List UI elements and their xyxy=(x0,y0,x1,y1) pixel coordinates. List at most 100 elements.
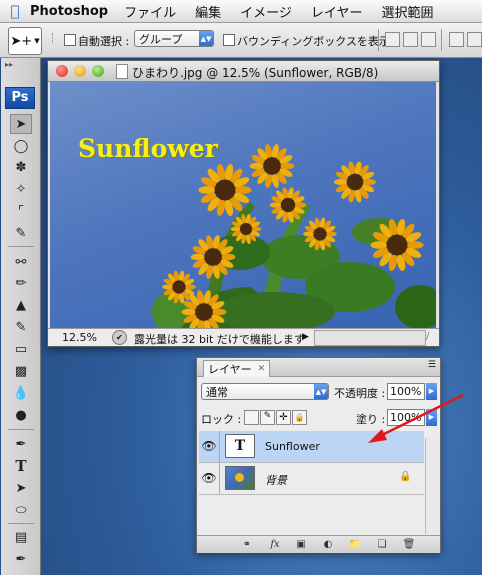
tool-preset-picker[interactable]: ➤+ ▼ xyxy=(8,27,42,55)
layers-palette: レイヤー ✕ ☰ 通常 ▲▼ 不透明度 : 100% ▶ ロック : ✎ ✛ 🔒… xyxy=(196,357,441,553)
document-window: ひまわり.jpg @ 12.5% (Sunflower, RGB/8) Sunf… xyxy=(47,60,440,347)
align-bottom-icon[interactable] xyxy=(421,32,436,47)
align-left-icon[interactable] xyxy=(449,32,464,47)
version-cue-icon[interactable]: ✔ xyxy=(112,330,127,345)
visibility-eye-icon[interactable]: 👁 xyxy=(201,437,217,455)
lock-all-icon[interactable]: 🔒 xyxy=(292,410,307,425)
layer-mask-icon[interactable]: ▣ xyxy=(293,538,309,551)
pen-tool-icon[interactable]: ✒ xyxy=(10,434,32,454)
tab-close-icon[interactable]: ✕ xyxy=(258,364,266,374)
palette-menu-icon[interactable]: ☰ xyxy=(428,360,436,370)
layers-palette-header[interactable]: レイヤー ✕ ☰ xyxy=(197,358,440,377)
auto-select-value: グループ xyxy=(139,32,183,46)
bounding-box-checkbox[interactable] xyxy=(223,34,235,46)
visibility-eye-icon[interactable]: 👁 xyxy=(201,469,217,487)
toolbox-divider xyxy=(8,523,34,524)
layer-name[interactable]: 背景 xyxy=(265,472,287,488)
layer-divider xyxy=(219,463,220,494)
sunflower-photo xyxy=(152,144,436,328)
document-titlebar[interactable]: ひまわり.jpg @ 12.5% (Sunflower, RGB/8) xyxy=(48,61,439,82)
document-title: ひまわり.jpg @ 12.5% (Sunflower, RGB/8) xyxy=(132,66,379,80)
auto-select-dropdown[interactable]: グループ ▲▼ xyxy=(134,30,214,47)
move-tool-icon[interactable]: ➤ xyxy=(10,114,32,134)
magic-wand-tool-icon[interactable]: ✧ xyxy=(10,179,32,199)
gradient-tool-icon[interactable]: ▩ xyxy=(10,361,32,381)
new-layer-icon[interactable]: ❏ xyxy=(374,538,390,551)
align-top-icon[interactable] xyxy=(385,32,400,47)
layer-divider xyxy=(219,431,220,462)
eraser-tool-icon[interactable]: ▭ xyxy=(10,339,32,359)
align-vcenter-icon[interactable] xyxy=(403,32,418,47)
background-layer-thumbnail xyxy=(225,466,255,490)
tab-layers[interactable]: レイヤー ✕ xyxy=(203,360,271,377)
menu-layer[interactable]: レイヤー xyxy=(311,2,363,21)
adjustment-layer-icon[interactable]: ◐ xyxy=(320,538,336,551)
menu-edit[interactable]: 編集 xyxy=(195,2,221,21)
status-menu-arrow-icon[interactable]: ▶ xyxy=(302,332,309,342)
layer-style-icon[interactable]: fx xyxy=(267,538,283,551)
align-hcenter-icon[interactable] xyxy=(467,32,482,47)
updown-arrow-icon: ▲▼ xyxy=(199,31,213,46)
status-message: 露光量は 32 bit だけで機能します xyxy=(134,333,305,346)
options-bar: ➤+ ▼ 自動選択 : グループ ▲▼ バウンディングボックスを表示 xyxy=(0,23,482,58)
layers-scrollbar[interactable] xyxy=(425,438,439,534)
type-tool-icon[interactable]: T xyxy=(10,456,32,476)
new-group-icon[interactable]: 📁 xyxy=(347,538,363,551)
layers-bottom-bar: ⚭ fx ▣ ◐ 📁 ❏ 🗑 xyxy=(197,535,440,553)
annotation-arrow xyxy=(368,393,464,443)
blend-mode-dropdown[interactable]: 通常 ▲▼ xyxy=(201,383,329,400)
dropdown-triangle-icon: ▼ xyxy=(34,37,40,45)
healing-brush-tool-icon[interactable]: ⚯ xyxy=(10,252,32,272)
history-brush-tool-icon[interactable]: ✎ xyxy=(10,317,32,337)
blend-mode-value: 通常 xyxy=(206,385,228,399)
toolbox-divider xyxy=(8,429,34,430)
path-selection-tool-icon[interactable]: ➤ xyxy=(10,478,32,498)
document-status-bar: 12.5% ✔ 露光量は 32 bit だけで機能します ▶ ∕ xyxy=(48,328,439,346)
brush-tool-icon[interactable]: ✏ xyxy=(10,273,32,293)
zoom-button[interactable] xyxy=(92,65,104,77)
crop-tool-icon[interactable]: ⌜ xyxy=(10,201,32,221)
layer-row-background[interactable]: 👁 背景 🔒 xyxy=(199,463,424,495)
eyedropper-tool-icon[interactable]: ✒ xyxy=(10,549,32,569)
toolbox-collapse-icon[interactable]: ▸▸ xyxy=(5,60,13,69)
lock-label: ロック : xyxy=(201,413,242,426)
marquee-tool-icon[interactable]: ◯ xyxy=(10,136,32,156)
link-layers-icon[interactable]: ⚭ xyxy=(239,538,255,551)
auto-select-checkbox[interactable] xyxy=(64,34,76,46)
notes-tool-icon[interactable]: ▤ xyxy=(10,527,32,547)
text-layer-thumbnail: T xyxy=(225,434,255,458)
menu-image[interactable]: イメージ xyxy=(240,2,292,21)
options-divider xyxy=(441,29,442,51)
dodge-tool-icon[interactable]: ● xyxy=(10,405,32,425)
tab-layers-label: レイヤー xyxy=(208,363,252,376)
image-canvas[interactable]: Sunflower xyxy=(50,82,436,328)
auto-select-label: 自動選択 : xyxy=(78,35,130,48)
menu-file[interactable]: ファイル xyxy=(124,2,176,21)
clone-stamp-tool-icon[interactable]: ▲ xyxy=(10,295,32,315)
menu-select[interactable]: 選択範囲 xyxy=(382,2,434,21)
minimize-button[interactable] xyxy=(74,65,86,77)
resize-grip-icon[interactable]: ∕ xyxy=(426,331,429,342)
lock-position-icon[interactable]: ✛ xyxy=(276,410,291,425)
trash-icon[interactable]: 🗑 xyxy=(401,538,417,551)
slice-tool-icon[interactable]: ✎ xyxy=(10,223,32,243)
layer-name[interactable]: Sunflower xyxy=(265,440,320,453)
bounding-box-label: バウンディングボックスを表示 xyxy=(237,35,390,48)
blur-tool-icon[interactable]: 💧 xyxy=(10,383,32,403)
shape-tool-icon[interactable]: ⬭ xyxy=(10,500,32,520)
move-tool-icon: ➤+ xyxy=(10,33,33,49)
apple-menu-icon[interactable]:  xyxy=(0,2,30,20)
photoshop-logo[interactable]: Ps xyxy=(5,87,35,109)
options-divider xyxy=(378,29,379,51)
updown-arrow-icon: ▲▼ xyxy=(314,384,328,399)
layer-lock-icon: 🔒 xyxy=(399,471,412,482)
menu-bar:  Photoshop ファイル 編集 イメージ レイヤー 選択範囲 xyxy=(0,0,482,23)
horizontal-scrollbar[interactable] xyxy=(314,330,426,346)
lock-pixels-icon[interactable]: ✎ xyxy=(260,410,275,425)
lock-transparency-icon[interactable] xyxy=(244,410,259,425)
lasso-tool-icon[interactable]: ✽ xyxy=(10,157,32,177)
zoom-level[interactable]: 12.5% xyxy=(62,331,97,344)
menu-app-name[interactable]: Photoshop xyxy=(30,4,108,19)
document-proxy-icon[interactable] xyxy=(116,64,128,79)
close-button[interactable] xyxy=(56,65,68,77)
